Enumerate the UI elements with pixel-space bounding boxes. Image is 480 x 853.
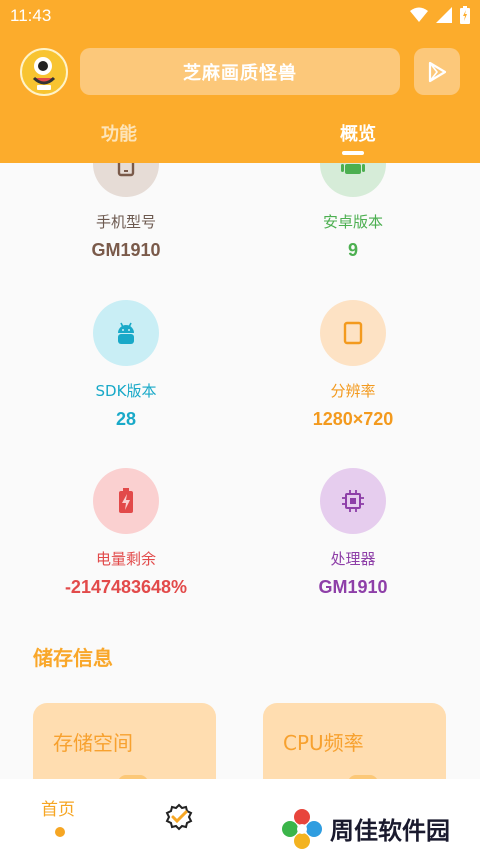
info-processor: 处理器 GM1910	[253, 468, 453, 598]
info-label: 处理器	[330, 550, 376, 568]
android-icon-circle	[320, 163, 386, 197]
cpu-icon	[342, 490, 364, 512]
android-icon	[118, 322, 134, 344]
info-phone-model: 手机型号 GM1910	[26, 163, 226, 261]
tab-indicator	[342, 151, 364, 155]
app-header: 11:43 芝麻画质怪兽 功能 概览	[0, 0, 480, 163]
battery-icon-circle	[93, 468, 159, 534]
info-value: 28	[115, 409, 137, 429]
info-battery: 电量剩余 -2147483648%	[26, 468, 226, 598]
monster-mascot-icon	[24, 52, 64, 92]
cpu-frequency-card[interactable]: CPU频率	[263, 703, 446, 779]
wifi-icon	[410, 7, 428, 22]
pinwheel-logo-icon	[282, 808, 322, 849]
info-value: GM1910	[318, 577, 388, 597]
info-value: 9	[347, 240, 358, 260]
phone-icon	[117, 163, 135, 177]
watermark: 周佳软件园	[280, 804, 480, 853]
info-label: 安卓版本	[322, 213, 383, 231]
nav-home[interactable]: 首页	[41, 795, 75, 820]
status-bar: 11:43	[0, 0, 480, 32]
nav-active-dot	[55, 827, 65, 837]
storage-section-title: 储存信息	[33, 646, 113, 670]
card-title: 存储空间	[53, 731, 133, 755]
signal-icon	[436, 7, 452, 23]
info-sdk-version: SDK版本 28	[26, 300, 226, 430]
info-android-version: 安卓版本 9	[253, 163, 453, 261]
nav-verified[interactable]	[165, 803, 193, 835]
play-button[interactable]	[414, 48, 460, 95]
tab-overview[interactable]: 概览	[340, 120, 376, 146]
storage-space-card[interactable]: 存储空间	[33, 703, 216, 779]
tablet-icon	[343, 321, 363, 345]
battery-charging-icon	[119, 488, 133, 513]
info-resolution: 分辨率 1280×720	[253, 300, 453, 430]
app-title-button[interactable]: 芝麻画质怪兽	[80, 48, 400, 95]
status-time: 11:43	[10, 6, 52, 25]
avatar[interactable]	[20, 48, 68, 96]
android-icon	[341, 164, 365, 174]
info-value: GM1910	[91, 240, 161, 260]
info-value: 1280×720	[312, 409, 394, 429]
phone-icon-circle	[93, 163, 159, 197]
status-icons	[410, 6, 470, 24]
verified-badge-icon	[165, 803, 193, 831]
info-label: 分辨率	[330, 382, 376, 400]
app-title: 芝麻画质怪兽	[183, 62, 297, 84]
info-label: 手机型号	[95, 213, 156, 231]
card-title: CPU频率	[283, 731, 364, 755]
info-label: 电量剩余	[95, 550, 156, 568]
info-value: -2147483648%	[64, 577, 188, 597]
cpu-icon-circle	[320, 468, 386, 534]
play-icon	[428, 61, 447, 82]
android-icon-circle	[93, 300, 159, 366]
info-label: SDK版本	[95, 382, 157, 400]
watermark-text: 周佳软件园	[330, 817, 450, 845]
overview-content[interactable]: 手机型号 GM1910 安卓版本 9 SDK版本 28 分辨率 1280×720…	[0, 163, 480, 779]
tab-functions[interactable]: 功能	[101, 120, 137, 146]
tablet-icon-circle	[320, 300, 386, 366]
battery-icon	[460, 6, 470, 24]
